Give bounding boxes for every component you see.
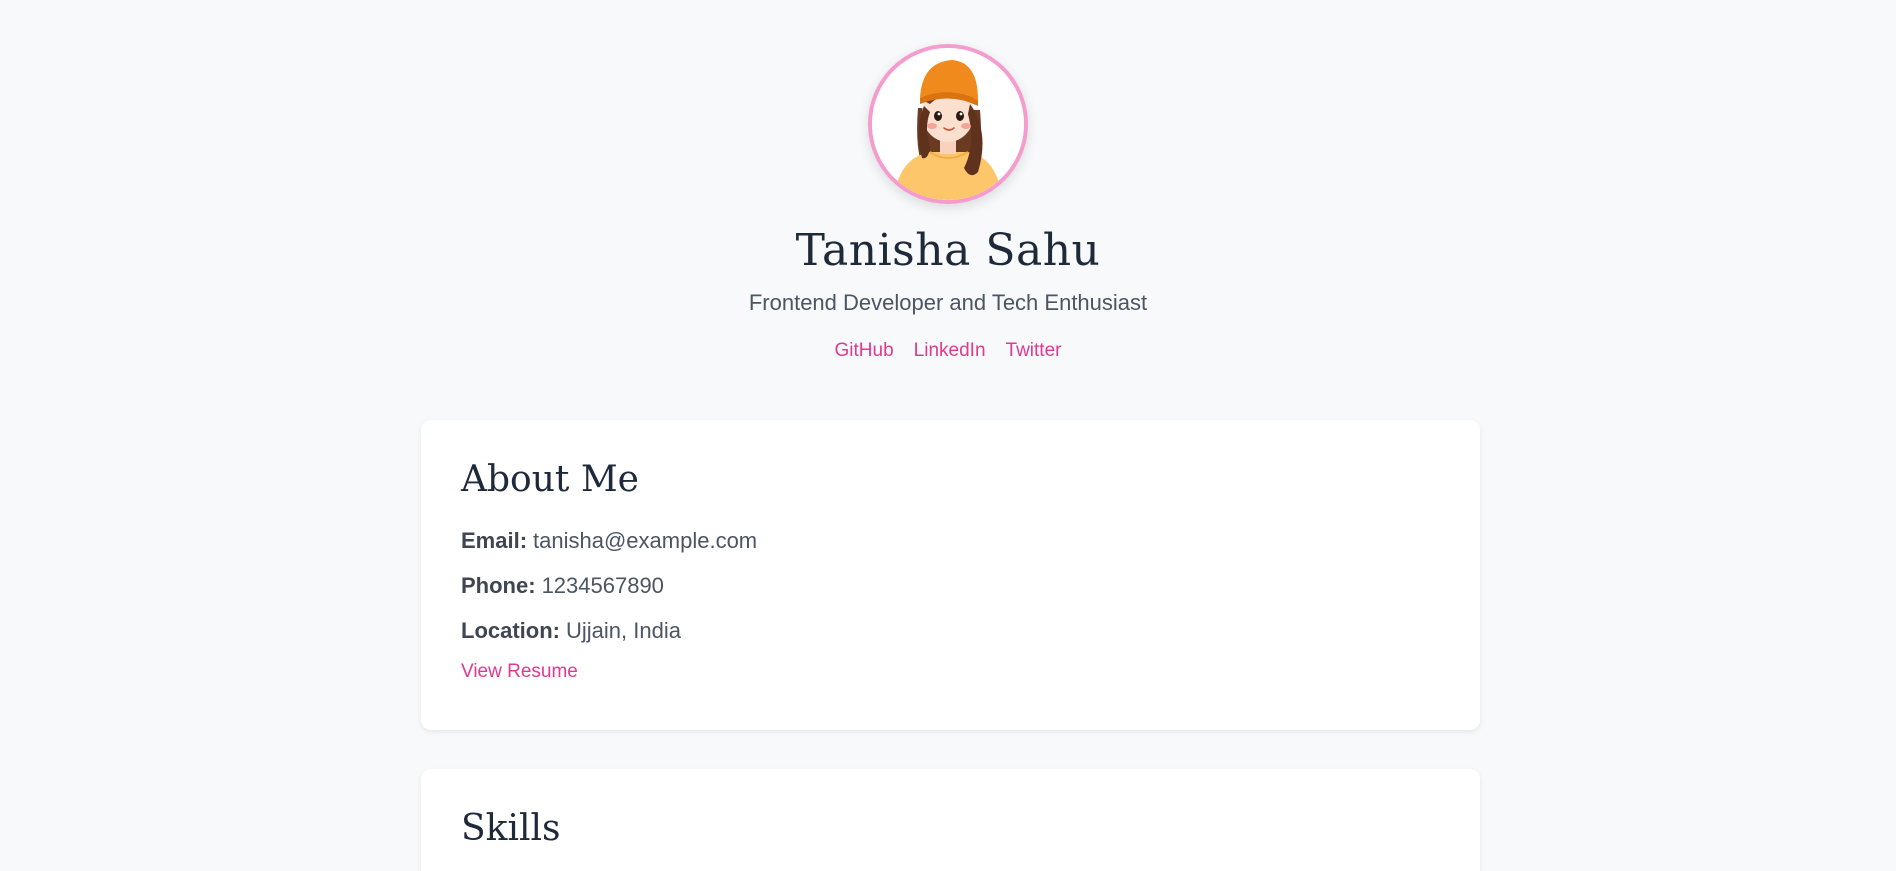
phone-row: Phone: 1234567890	[461, 571, 1440, 601]
skills-card: Skills	[421, 769, 1480, 871]
location-row: Location: Ujjain, India	[461, 616, 1440, 646]
email-row: Email: tanisha@example.com	[461, 526, 1440, 556]
about-card: About Me Email: tanisha@example.com Phone…	[421, 420, 1480, 730]
location-value: Ujjain, India	[566, 618, 681, 643]
profile-name: Tanisha Sahu	[795, 225, 1101, 276]
linkedin-link[interactable]: LinkedIn	[914, 340, 986, 362]
github-link[interactable]: GitHub	[835, 340, 894, 362]
location-label: Location:	[461, 618, 560, 643]
twitter-link[interactable]: Twitter	[1006, 340, 1062, 362]
phone-value: 1234567890	[541, 573, 664, 598]
avatar	[868, 44, 1028, 204]
email-value: tanisha@example.com	[533, 528, 758, 553]
profile-header: Tanisha Sahu Frontend Developer and Tech…	[0, 0, 1896, 362]
email-label: Email:	[461, 528, 528, 553]
profile-tagline: Frontend Developer and Tech Enthusiast	[748, 290, 1148, 315]
skills-title: Skills	[461, 808, 561, 849]
phone-label: Phone:	[461, 573, 536, 598]
avatar-illustration-icon	[872, 48, 1024, 200]
view-resume-link[interactable]: View Resume	[461, 661, 578, 683]
about-title: About Me	[461, 459, 639, 500]
portfolio-page: Tanisha Sahu Frontend Developer and Tech…	[0, 0, 1896, 871]
social-links: GitHub LinkedIn Twitter	[835, 340, 1062, 362]
